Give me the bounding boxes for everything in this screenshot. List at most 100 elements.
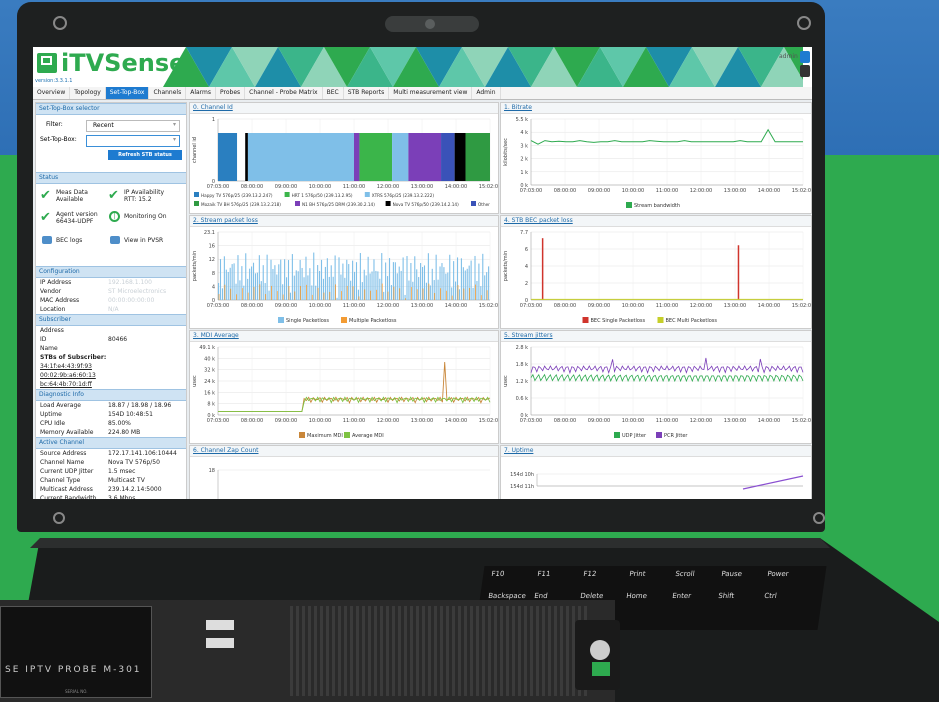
camera-right-icon [797,16,811,30]
stb-link[interactable]: 00:02:9b:a6:60:13 [40,372,96,379]
x-tick-label: 15:02:00 [479,184,498,190]
multiple-loss-bar [405,298,406,300]
multiple-loss-bar [241,288,243,300]
single-loss-bar [470,260,472,300]
tab-overview[interactable]: Overview [33,87,71,99]
link-icon [42,236,52,244]
multiple-loss-bar [358,296,360,300]
tab-probes[interactable]: Probes [216,87,246,99]
keyboard-key: Power [766,570,790,578]
info-key: ID [40,336,47,343]
single-loss-bar [447,272,449,300]
bec-logs-link[interactable]: BEC logs [56,237,82,244]
x-tick-label: 10:00:00 [309,184,331,190]
x-tick-label: 09:00:00 [588,303,610,309]
logout-button[interactable] [800,65,810,77]
multiple-loss-bar [422,288,424,300]
single-loss-bar [355,262,358,300]
x-tick-label: 15:02:00 [479,418,498,424]
x-tick-label: 12:00:00 [690,303,712,309]
stbs-title: STBs of Subscriber: [40,354,107,361]
x-tick-label: 09:00:00 [588,418,610,424]
legend-swatch [341,317,347,323]
single-loss-bar [400,270,402,300]
legend-swatch [284,192,290,197]
x-tick-label: 10:00:00 [622,418,644,424]
single-loss-bar [315,285,317,300]
single-loss-bar [249,268,251,300]
single-loss-bar [484,275,486,300]
active-channel-title: Active Channel [36,437,186,449]
channel-segment [359,133,393,181]
refresh-stb-button[interactable]: Refresh STB status [108,150,182,160]
panel-stream-jitters: 5. Stream jitters 0 k 0.6 k 1.2 k 1.8 k 2.8 … [500,330,812,444]
tab-set-top-box[interactable]: Set-Top-Box [105,87,150,99]
legend-swatch [299,432,305,438]
tab-bec[interactable]: BEC [323,87,344,99]
single-loss-bar [388,258,391,300]
info-value: Multicast TV [108,477,145,484]
single-loss-bar [377,271,379,300]
meas-data-available: Available [56,196,84,203]
info-row: Location N/A [36,305,186,314]
tab-channels[interactable]: Channels [149,87,187,99]
single-loss-bar [472,287,474,300]
stbs-title-row: STBs of Subscriber: [36,353,186,362]
stb-select[interactable]: ▾ [86,135,180,147]
multiple-loss-bar [300,285,301,300]
tab-alarms[interactable]: Alarms [186,87,216,99]
multiple-loss-bar [451,295,453,300]
info-key: IP Address [40,279,72,286]
agent-version-label: Agent version [56,211,98,218]
legend-swatch [614,432,620,438]
single-loss-bar [359,253,361,300]
server-front-panel: SE IPTV PROBE M-301 SERIAL NO. [0,606,152,698]
view-pvsr-link[interactable]: View in PVSR [124,237,163,244]
x-tick-label: 12:00:00 [377,184,399,190]
x-tick-label: 13:00:00 [411,418,433,424]
keyboard-key: Print [628,570,647,578]
info-row: Current UDP Jitter 1.5 msec [36,467,186,476]
panel-channel-id: 0. Channel Id 0 1 07:03:00 08:00:00 09:00:00… [189,102,499,214]
tab-stb-reports[interactable]: STB Reports [344,87,390,99]
multiple-loss-bar [463,288,465,300]
x-tick-label: 08:00:00 [241,303,263,309]
x-tick-label: 11:00:00 [343,418,365,424]
single-loss-bar [379,278,381,300]
multiple-loss-bar [428,283,430,300]
tab-topology[interactable]: Topology [70,87,106,99]
stb-link[interactable]: bc:64:4b:70:1d:ff [40,381,92,388]
y-tick-label: 1.2 k [516,379,529,385]
x-tick-label: 15:02:00 [479,303,498,309]
y-axis-label: packets/min [503,251,509,281]
y-tick-label: 8 [212,271,215,277]
x-tick-label: 08:00:00 [554,303,576,309]
single-loss-bar [354,271,356,300]
user-button[interactable] [800,51,810,63]
x-tick-label: 13:00:00 [411,303,433,309]
tab-admin[interactable]: Admin [472,87,501,99]
x-tick-label: 07:03:00 [520,303,542,309]
single-loss-bar [330,265,332,300]
legend-label: UDP Jitter [622,433,647,439]
legend-swatch [194,192,199,197]
multiple-loss-bar [294,291,296,300]
y-tick-label: 154d 11h [510,484,534,490]
stb-link[interactable]: 34:1f:e4:43:9f:93 [40,363,92,370]
tab-channel-probe-matrix[interactable]: Channel - Probe Matrix [245,87,323,99]
tab-multi-measurement-view[interactable]: Multi measurement view [389,87,473,99]
single-loss-bar [420,263,422,300]
keyboard-key: Pause [720,570,743,578]
legend-label: Happy TV 576p/25 (239.13.2.247) [201,193,273,198]
config-title: Configuration [36,266,186,278]
single-loss-bar [348,264,350,300]
multiple-loss-bar [317,287,319,300]
y-tick-label: 4 k [520,130,528,136]
filter-select[interactable]: Recent ▾ [86,120,180,132]
single-loss-bar [254,273,257,300]
legend-label: N1 BH 576p/25 DRM (239.30.2.14) [302,202,375,207]
panel-zap-count: 6. Channel Zap Count 2218 [189,445,499,499]
legend-label: Other [478,202,490,207]
single-loss-bar [453,261,455,300]
hinge-right-icon [813,512,825,524]
